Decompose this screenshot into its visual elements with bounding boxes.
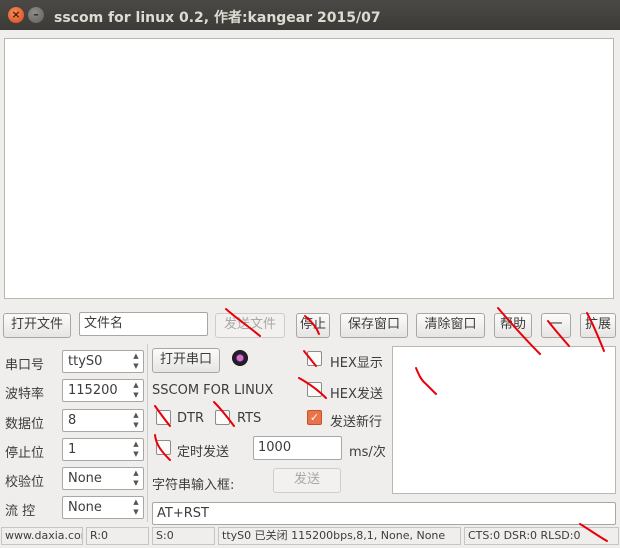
- stopbits-label: 停止位: [5, 446, 45, 461]
- divider: [147, 344, 148, 522]
- send-button[interactable]: 发送: [273, 468, 341, 493]
- baud-label: 波特率: [5, 387, 45, 402]
- timed-send-checkbox[interactable]: [156, 440, 171, 455]
- rts-checkbox[interactable]: [215, 410, 230, 425]
- spin-arrows-icon: ▲ ▼: [133, 352, 139, 370]
- stopbits-select[interactable]: 1 ▲ ▼: [62, 438, 144, 461]
- title-bar: × – sscom for linux 0.2, 作者:kangear 2015…: [0, 0, 620, 30]
- timed-send-label: 定时发送: [177, 445, 230, 460]
- hex-display-label: HEX显示: [330, 356, 383, 371]
- minimize-icon[interactable]: –: [28, 7, 44, 23]
- filename-field[interactable]: 文件名: [79, 312, 208, 336]
- input-label: 字符串输入框:: [152, 478, 235, 493]
- spin-arrows-icon: ▲ ▼: [133, 469, 139, 487]
- receive-text-area[interactable]: [4, 38, 614, 299]
- spin-arrows-icon: ▲ ▼: [133, 440, 139, 458]
- interval-unit-label: ms/次: [349, 445, 386, 460]
- status-sent: S:0: [152, 527, 215, 545]
- stop-button[interactable]: 停止: [296, 313, 330, 338]
- send-input-field[interactable]: AT+RST: [152, 502, 616, 525]
- parity-label: 校验位: [5, 475, 45, 490]
- parity-select[interactable]: None ▲ ▼: [62, 467, 144, 490]
- baud-value: 115200: [68, 383, 118, 398]
- databits-select[interactable]: 8 ▲ ▼: [62, 409, 144, 432]
- open-file-button[interactable]: 打开文件: [3, 313, 71, 338]
- status-signals: CTS:0 DSR:0 RLSD:0: [464, 527, 619, 545]
- status-site: www.daxia.com: [1, 527, 83, 545]
- port-label: 串口号: [5, 358, 45, 373]
- interval-field[interactable]: 1000: [253, 436, 342, 460]
- extension-panel[interactable]: [392, 346, 616, 494]
- send-newline-label: 发送新行: [330, 415, 383, 430]
- clear-window-button[interactable]: 清除窗口: [416, 313, 485, 338]
- hex-send-checkbox[interactable]: [307, 382, 322, 397]
- send-file-button[interactable]: 发送文件: [215, 313, 285, 338]
- collapse-button[interactable]: 一: [541, 313, 571, 338]
- databits-label: 数据位: [5, 417, 45, 432]
- flow-value: None: [68, 500, 102, 515]
- status-port-info: ttyS0 已关闭 115200bps,8,1, None, None: [218, 527, 461, 545]
- dtr-label: DTR: [177, 411, 204, 426]
- databits-value: 8: [68, 413, 77, 428]
- spin-arrows-icon: ▲ ▼: [133, 381, 139, 399]
- open-port-button[interactable]: 打开串口: [152, 348, 220, 373]
- baud-select[interactable]: 115200 ▲ ▼: [62, 379, 144, 402]
- dtr-checkbox[interactable]: [156, 410, 171, 425]
- status-received: R:0: [86, 527, 149, 545]
- parity-value: None: [68, 471, 102, 486]
- port-status-indicator-icon: [232, 350, 248, 366]
- save-window-button[interactable]: 保存窗口: [340, 313, 408, 338]
- close-icon[interactable]: ×: [8, 7, 24, 23]
- spin-arrows-icon: ▲ ▼: [133, 498, 139, 516]
- expand-button[interactable]: 扩展: [580, 313, 616, 338]
- brand-label: SSCOM FOR LINUX: [152, 383, 274, 398]
- send-newline-checkbox[interactable]: ✓: [307, 410, 322, 425]
- flow-label: 流 控: [5, 504, 36, 519]
- port-value: ttyS0: [68, 354, 103, 369]
- hex-display-checkbox[interactable]: [307, 351, 322, 366]
- hex-send-label: HEX发送: [330, 387, 383, 402]
- rts-label: RTS: [237, 411, 262, 426]
- port-select[interactable]: ttyS0 ▲ ▼: [62, 350, 144, 373]
- help-button[interactable]: 帮助: [494, 313, 532, 338]
- stopbits-value: 1: [68, 442, 77, 457]
- spin-arrows-icon: ▲ ▼: [133, 411, 139, 429]
- flow-select[interactable]: None ▲ ▼: [62, 496, 144, 519]
- window-title: sscom for linux 0.2, 作者:kangear 2015/07: [54, 10, 381, 26]
